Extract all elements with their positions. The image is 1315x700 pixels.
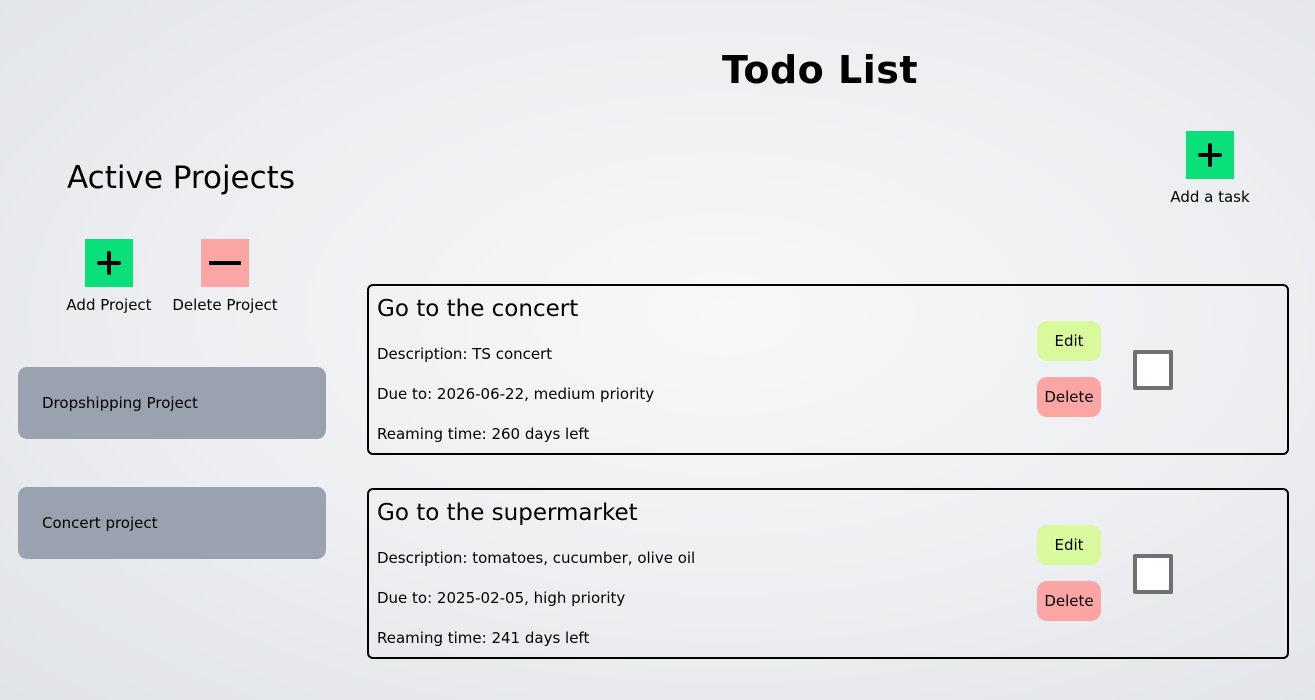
plus-icon xyxy=(1186,131,1234,179)
add-project-button[interactable] xyxy=(85,239,133,287)
project-item-label: Concert project xyxy=(42,514,158,532)
task-card: Go to the concert Description: TS concer… xyxy=(367,284,1289,455)
add-task-label: Add a task xyxy=(1170,188,1250,206)
delete-task-button[interactable]: Delete xyxy=(1037,377,1101,417)
task-done-checkbox[interactable] xyxy=(1133,350,1173,390)
task-description: Description: TS concert xyxy=(377,345,553,363)
task-remaining: Reaming time: 260 days left xyxy=(377,425,590,443)
add-project-label: Add Project xyxy=(66,296,152,314)
task-due: Due to: 2025-02-05, high priority xyxy=(377,589,626,607)
add-task-button[interactable] xyxy=(1186,131,1234,179)
edit-task-button[interactable]: Edit xyxy=(1037,525,1101,565)
delete-project-button[interactable] xyxy=(201,239,249,287)
project-item-label: Dropshipping Project xyxy=(42,394,198,412)
page-title: Todo List xyxy=(721,48,919,92)
minus-icon xyxy=(201,239,249,287)
task-done-checkbox[interactable] xyxy=(1133,554,1173,594)
delete-project-control: Delete Project xyxy=(165,239,285,314)
edit-task-button[interactable]: Edit xyxy=(1037,321,1101,361)
task-remaining: Reaming time: 241 days left xyxy=(377,629,590,647)
plus-icon xyxy=(85,239,133,287)
add-task-control: Add a task xyxy=(1155,131,1265,206)
project-item-dropshipping[interactable]: Dropshipping Project xyxy=(18,367,326,439)
delete-project-label: Delete Project xyxy=(172,296,278,314)
task-card: Go to the supermarket Description: tomat… xyxy=(367,488,1289,659)
project-item-concert[interactable]: Concert project xyxy=(18,487,326,559)
task-description: Description: tomatoes, cucumber, olive o… xyxy=(377,549,696,567)
task-title: Go to the concert xyxy=(377,296,579,322)
delete-task-button[interactable]: Delete xyxy=(1037,581,1101,621)
task-due: Due to: 2026-06-22, medium priority xyxy=(377,385,655,403)
task-title: Go to the supermarket xyxy=(377,500,638,526)
add-project-control: Add Project xyxy=(49,239,169,314)
sidebar-title: Active Projects xyxy=(67,160,295,196)
